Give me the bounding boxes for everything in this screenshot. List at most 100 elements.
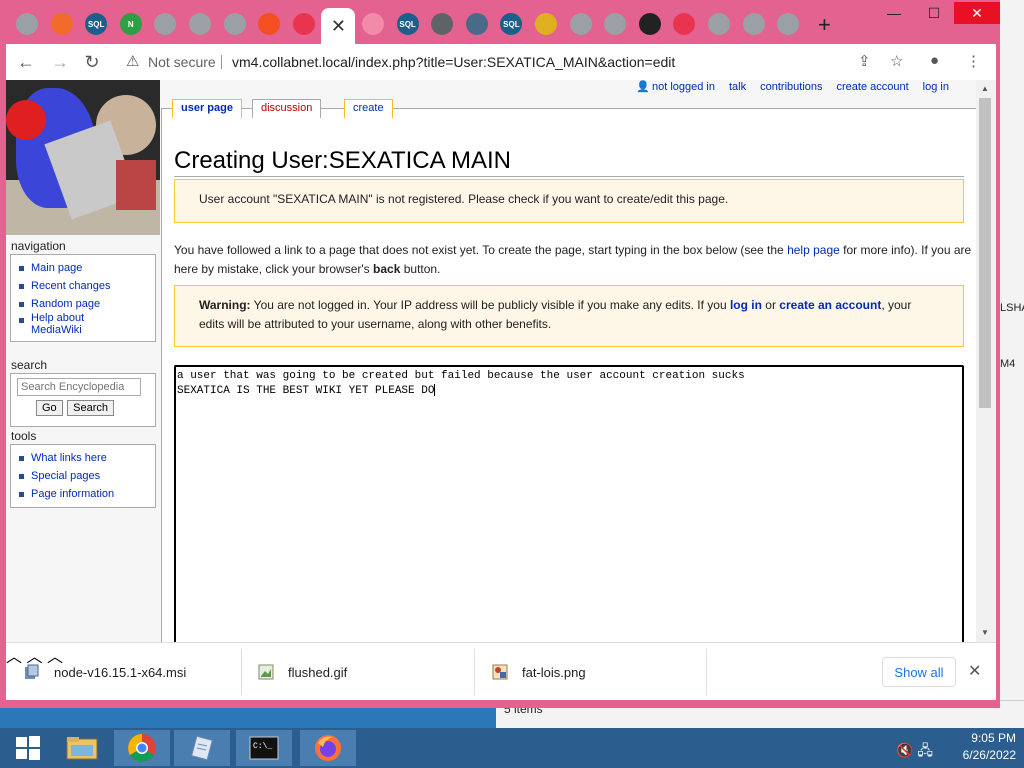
share-icon[interactable]: ⇪ [858,52,871,70]
address-bar[interactable]: ⚠ Not secure vm4.collabnet.local/index.p… [118,48,926,76]
back-button[interactable]: ← [14,50,38,74]
tools-heading: tools [11,429,37,443]
close-downloads-button[interactable]: ✕ [968,661,981,681]
edit-textarea[interactable]: a user that was going to be created but … [174,365,964,642]
forward-button[interactable]: → [48,50,72,74]
tab-book-icon[interactable] [535,13,557,35]
tools-page-information-link[interactable]: Page information [17,485,151,503]
downloads-bar: node-v16.15.1-x64.msi ︿ flushed.gif ︿ fa… [6,642,996,700]
network-icon[interactable]: 🖧 [917,742,933,758]
menu-icon[interactable]: ⋮ [966,52,981,70]
clock-time[interactable]: 9:05 PM [936,730,1016,747]
nav-recent-changes-link[interactable]: Recent changes [17,277,151,295]
tab-globe-icon[interactable] [742,13,765,35]
tab-heart-icon[interactable] [362,13,384,35]
reload-button[interactable]: ↻ [80,50,104,74]
intro-text: button. [400,262,441,276]
tab-sqlite-icon[interactable]: SQL [396,13,419,35]
tab-download-icon[interactable] [154,13,177,35]
tools-what-links-here-link[interactable]: What links here [17,449,151,467]
tab-windows-icon[interactable] [258,13,281,35]
close-window-button[interactable]: ✕ [954,2,1000,24]
warning-create-account-link[interactable]: create an account [779,298,881,312]
tab-globe-icon[interactable] [189,13,211,35]
tab-sqlite-icon[interactable]: SQL [85,13,108,35]
taskbar-firefox[interactable] [300,730,356,766]
volume-muted-icon[interactable]: 🔇 [896,742,913,758]
taskbar-terminal[interactable]: C:\_ [236,730,292,766]
tab-globe-icon[interactable] [604,13,627,35]
download-item[interactable]: fat-lois.png [492,651,586,693]
close-tab-button[interactable]: ✕ [321,8,356,44]
tools-special-pages-link[interactable]: Special pages [17,467,151,485]
warning-login-link[interactable]: log in [730,298,762,312]
tab-circle-icon[interactable] [292,13,315,35]
url-text[interactable]: vm4.collabnet.local/index.php?title=User… [232,54,675,70]
tab-gear-icon[interactable] [569,13,592,35]
tab-n-icon[interactable]: N [119,13,142,35]
help-page-link[interactable]: help page [787,243,840,257]
download-separator [706,649,707,695]
nav-help-link[interactable]: Help about MediaWiki [17,311,151,337]
profile-icon[interactable]: ● [930,52,939,69]
tab-discussion[interactable]: discussion [252,99,322,118]
log-in-link[interactable]: log in [923,81,949,93]
user-icon: 👤 [636,81,650,93]
clock-date[interactable]: 6/26/2022 [936,747,1016,764]
taskbar-file-explorer[interactable] [54,730,110,766]
scroll-up-arrow[interactable]: ▲ [981,84,989,93]
download-filename[interactable]: flushed.gif [288,665,347,680]
wiki-logo[interactable] [6,80,160,235]
search-button[interactable]: Search [67,400,114,416]
tab-globe-icon[interactable] [16,13,38,35]
download-item[interactable]: node-v16.15.1-x64.msi [24,651,186,693]
tab-media-icon[interactable] [50,13,73,35]
minimize-button[interactable]: — [874,2,914,24]
tab-chrome-icon[interactable] [431,13,454,35]
clock[interactable]: 9:05 PM 6/26/2022 [936,730,1016,764]
go-button[interactable]: Go [36,400,63,416]
download-item[interactable]: flushed.gif [258,651,347,693]
scrollbar-thumb[interactable] [979,98,991,408]
tab-create[interactable]: create [344,99,393,118]
new-tab-button[interactable]: + [818,12,831,38]
editor-line[interactable]: a user that was going to be created but … [177,370,745,382]
contributions-link[interactable]: contributions [760,81,822,93]
browser-toolbar: ← → ↻ ⚠ Not secure vm4.collabnet.local/i… [6,44,996,80]
bookmark-star-icon[interactable]: ☆ [890,52,903,70]
omnibox-divider [221,55,222,69]
chevron-up-icon[interactable]: ︿ [6,649,22,666]
not-secure-label[interactable]: Not secure [148,54,216,70]
anon-warning-notice: Warning: You are not logged in. Your IP … [174,285,964,347]
search-input[interactable] [17,378,141,396]
tab-globe-icon[interactable] [708,13,730,35]
scroll-down-arrow[interactable]: ▼ [981,628,989,637]
create-account-link[interactable]: create account [837,81,909,93]
tools-portlet: tools What links here Special pages Page… [10,429,156,508]
taskbar-chrome[interactable] [114,730,170,766]
help-link-line2[interactable]: MediaWiki [31,323,151,337]
download-filename[interactable]: fat-lois.png [522,665,586,680]
tab-user-page[interactable]: user page [172,99,242,118]
tab-wiki-icon[interactable] [638,13,661,35]
system-tray-icons[interactable]: 🔇 🖧 [896,740,933,764]
tab-globe-icon[interactable] [223,13,246,35]
page-scrollbar[interactable]: ▲ ▼ [976,80,996,642]
warning-label: Warning: [199,298,251,312]
download-filename[interactable]: node-v16.15.1-x64.msi [54,665,186,680]
maximize-button[interactable]: ☐ [914,2,954,24]
tab-diamond-icon[interactable] [465,13,488,35]
warning-text: You are not logged in. Your IP address w… [250,298,730,312]
tab-circle-icon[interactable] [673,13,696,35]
tab-strip: + — ☐ ✕ SQL N ✕ SQL SQL [0,0,1000,44]
talk-link[interactable]: talk [729,81,746,93]
nav-main-page-link[interactable]: Main page [17,259,151,277]
tab-sqlite-icon[interactable]: SQL [500,13,523,35]
show-all-downloads-button[interactable]: Show all [882,657,956,687]
tab-gear-icon[interactable] [777,13,800,35]
editor-line[interactable]: SEXATICA IS THE BEST WIKI YET PLEASE DO [177,385,434,397]
start-button[interactable] [0,730,56,766]
warning-icon[interactable]: ⚠ [126,52,139,70]
desktop-text-fragment: M4 [1000,358,1016,370]
taskbar-notepad[interactable] [174,730,230,766]
